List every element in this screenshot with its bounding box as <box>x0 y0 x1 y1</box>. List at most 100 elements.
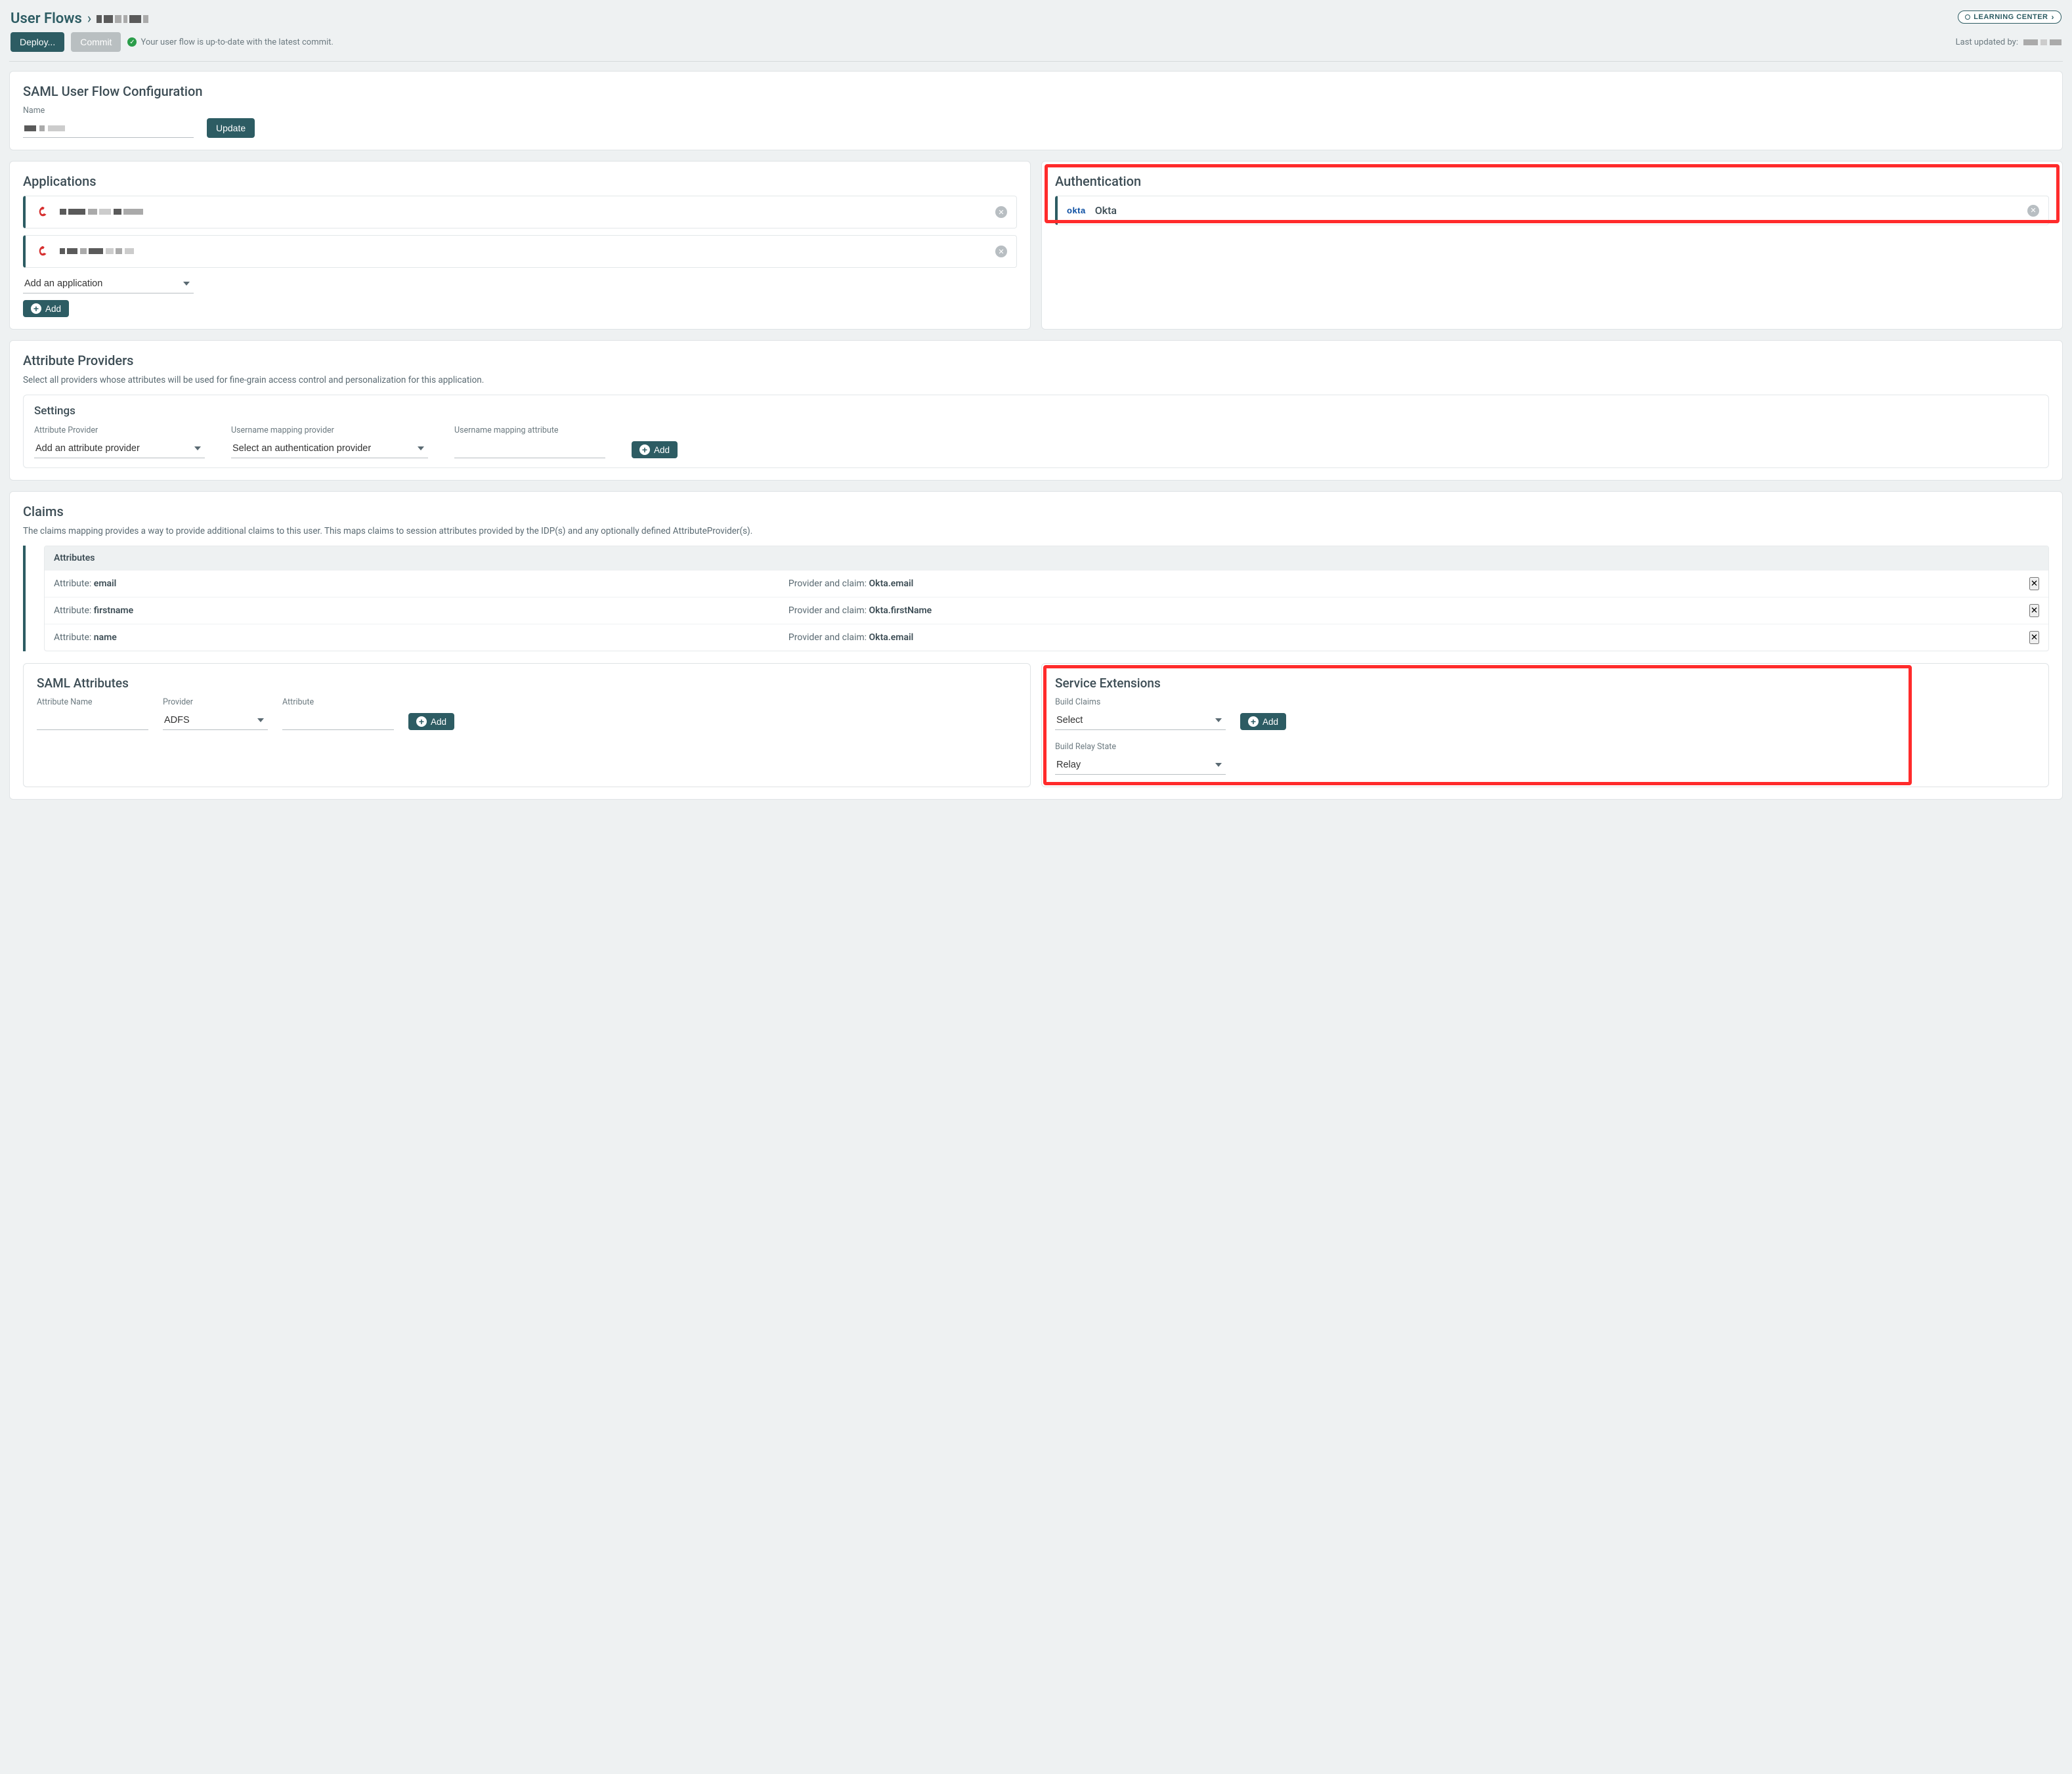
remove-application-button[interactable]: ✕ <box>995 246 1007 257</box>
learning-center-label: LEARNING CENTER <box>1974 13 2048 21</box>
claims-attr-label: Attribute: <box>54 605 94 616</box>
remove-claim-button[interactable]: ✕ <box>2029 631 2039 644</box>
last-updated-by: Last updated by: <box>1956 37 2061 47</box>
claims-provider-label: Provider and claim: <box>788 578 869 589</box>
settings-title: Settings <box>34 404 2038 418</box>
claims-attr-label: Attribute: <box>54 632 94 643</box>
attribute-providers-settings: Settings Attribute Provider Add an attri… <box>23 395 2049 468</box>
remove-authentication-button[interactable]: ✕ <box>2027 205 2039 217</box>
claims-provider-value: Okta.firstName <box>869 605 932 616</box>
saml-config-panel: SAML User Flow Configuration Name Update <box>9 71 2063 150</box>
application-item[interactable]: ✕ <box>23 196 1017 228</box>
service-extensions-title: Service Extensions <box>1055 676 2035 691</box>
saml-name-label: Name <box>23 106 194 116</box>
uname-provider-label: Username mapping provider <box>231 425 428 435</box>
plus-circle-icon: + <box>31 303 41 314</box>
claims-provider-label: Provider and claim: <box>788 605 869 616</box>
subheader: Deploy... Commit ✓ Your user flow is up-… <box>9 32 2063 62</box>
build-claims-label: Build Claims <box>1055 697 1226 707</box>
plus-circle-icon: + <box>416 716 427 727</box>
add-application-button[interactable]: + Add <box>23 300 69 317</box>
attribute-providers-panel: Attribute Providers Select all providers… <box>9 340 2063 481</box>
claims-table-header: Attributes <box>45 546 2048 570</box>
add-attr-provider-button[interactable]: + Add <box>632 441 678 458</box>
build-relay-label: Build Relay State <box>1055 742 1226 752</box>
claims-table: Attributes Attribute: email Provider and … <box>44 546 2049 651</box>
applications-panel: Applications ✕ <box>9 161 1031 330</box>
commit-button: Commit <box>71 32 121 52</box>
claims-attr-value: name <box>94 632 117 643</box>
claims-provider-value: Okta.email <box>869 578 914 589</box>
attribute-providers-title: Attribute Providers <box>23 353 2049 368</box>
last-updated-redacted <box>2023 39 2061 45</box>
remove-claim-button[interactable]: ✕ <box>2029 577 2039 590</box>
plus-circle-icon: + <box>639 444 650 455</box>
commit-status-text: Your user flow is up-to-date with the la… <box>140 37 333 47</box>
saml-attr-name-input[interactable] <box>37 711 148 730</box>
saml-attributes-panel: SAML Attributes Attribute Name Provider … <box>23 663 1031 787</box>
claims-attr-label: Attribute: <box>54 578 94 589</box>
uname-attr-label: Username mapping attribute <box>454 425 605 435</box>
deploy-label: Deploy... <box>20 37 55 47</box>
saml-config-title: SAML User Flow Configuration <box>23 83 2049 99</box>
add-saml-attr-label: Add <box>431 717 446 727</box>
attr-provider-label: Attribute Provider <box>34 425 205 435</box>
page-header: User Flows › LEARNING CENTER › <box>9 7 2063 32</box>
authentication-item[interactable]: okta Okta ✕ <box>1055 196 2049 225</box>
remove-application-button[interactable]: ✕ <box>995 206 1007 218</box>
lightbulb-icon <box>1965 14 1970 20</box>
authentication-panel: Authentication okta Okta ✕ <box>1041 161 2063 330</box>
add-service-ext-button[interactable]: + Add <box>1240 713 1286 730</box>
uname-attr-input[interactable] <box>454 439 605 458</box>
plus-circle-icon: + <box>1248 716 1259 727</box>
update-button[interactable]: Update <box>207 118 255 138</box>
claims-row: Attribute: email Provider and claim: Okta… <box>45 570 2048 597</box>
add-application-label: Add <box>45 304 61 314</box>
saml-attribute-label: Attribute <box>282 697 394 707</box>
commit-label: Commit <box>80 37 112 47</box>
breadcrumb-current-redacted <box>97 15 148 23</box>
last-updated-label: Last updated by: <box>1956 37 2018 47</box>
breadcrumb-root[interactable]: User Flows <box>11 11 82 27</box>
claims-provider-value: Okta.email <box>869 632 914 643</box>
claims-row: Attribute: name Provider and claim: Okta.… <box>45 624 2048 651</box>
saml-provider-label: Provider <box>163 697 268 707</box>
okta-logo-icon: okta <box>1067 206 1086 215</box>
claims-panel: Claims The claims mapping provides a way… <box>9 491 2063 800</box>
add-attr-provider-label: Add <box>654 445 670 455</box>
application-name-redacted <box>60 246 134 257</box>
chevron-right-icon: › <box>2052 12 2055 22</box>
attr-provider-select[interactable]: Add an attribute provider <box>34 439 205 458</box>
build-claims-select[interactable]: Select <box>1055 711 1226 730</box>
add-saml-attr-button[interactable]: + Add <box>408 713 454 730</box>
app-logo-icon <box>35 244 51 259</box>
add-service-ext-label: Add <box>1263 717 1278 727</box>
claims-title: Claims <box>23 504 2049 519</box>
claims-provider-label: Provider and claim: <box>788 632 869 643</box>
saml-attr-name-label: Attribute Name <box>37 697 148 707</box>
claims-attr-value: firstname <box>94 605 133 616</box>
breadcrumb-separator: › <box>87 11 92 27</box>
app-logo-icon <box>35 204 51 220</box>
uname-provider-select[interactable]: Select an authentication provider <box>231 439 428 458</box>
build-relay-select[interactable]: Relay <box>1055 756 1226 775</box>
saml-attribute-input[interactable] <box>282 711 394 730</box>
remove-claim-button[interactable]: ✕ <box>2029 604 2039 617</box>
saml-name-input[interactable] <box>23 119 194 138</box>
authentication-item-label: Okta <box>1095 204 1117 217</box>
authentication-title: Authentication <box>1055 173 2049 189</box>
saml-provider-select[interactable]: ADFS <box>163 711 268 730</box>
claims-attr-value: email <box>94 578 117 589</box>
breadcrumb: User Flows › <box>11 11 148 27</box>
saml-attributes-title: SAML Attributes <box>37 676 1017 691</box>
application-item[interactable]: ✕ <box>23 235 1017 268</box>
service-extensions-panel: Service Extensions Build Claims Select +… <box>1041 663 2049 787</box>
learning-center-button[interactable]: LEARNING CENTER › <box>1958 11 2061 24</box>
update-label: Update <box>216 123 246 133</box>
deploy-button[interactable]: Deploy... <box>11 32 64 52</box>
attribute-providers-desc: Select all providers whose attributes wi… <box>23 375 2049 385</box>
commit-status: ✓ Your user flow is up-to-date with the … <box>127 37 333 47</box>
add-application-select[interactable]: Add an application <box>23 274 194 293</box>
application-name-redacted <box>60 207 143 217</box>
claims-row: Attribute: firstnameProvider and claim: … <box>45 597 2048 624</box>
